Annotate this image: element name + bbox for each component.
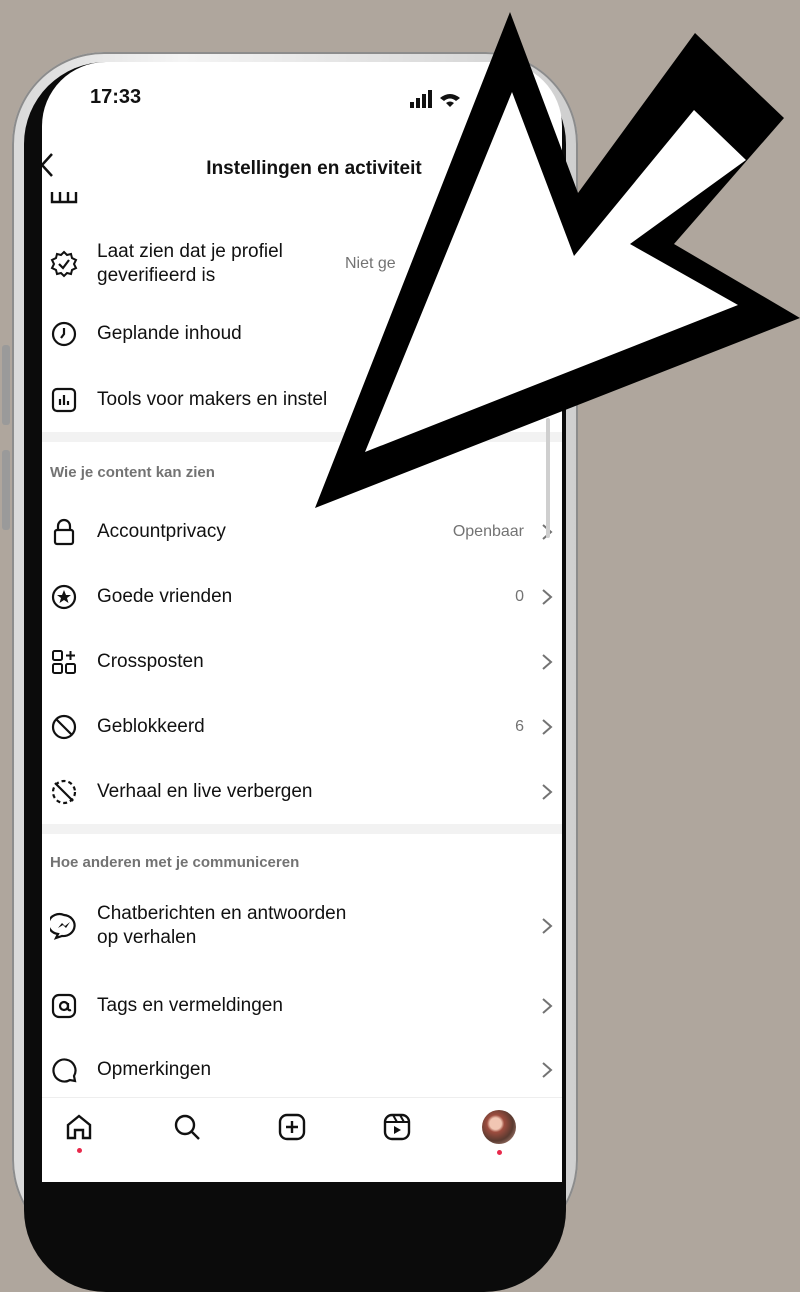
pointer-arrow-graphic	[315, 12, 800, 508]
